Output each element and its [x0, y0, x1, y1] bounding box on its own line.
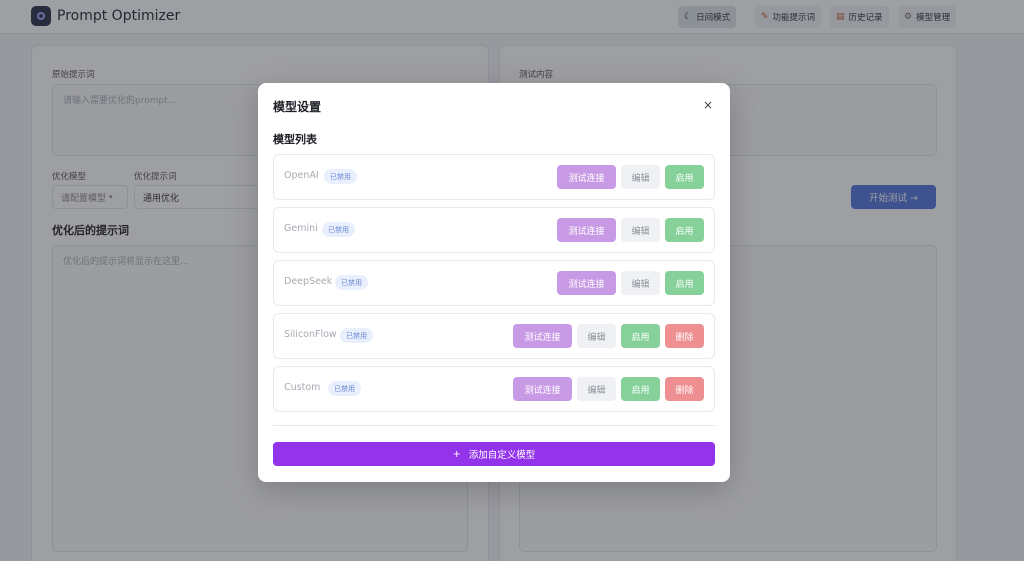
- test-connection-button[interactable]: 测试连接: [557, 271, 616, 295]
- model-row-openai: OpenAI 已禁用 测试连接 编辑 启用: [273, 154, 715, 200]
- edit-button[interactable]: 编辑: [621, 165, 660, 189]
- enable-button[interactable]: 启用: [621, 324, 660, 348]
- delete-button[interactable]: 删除: [665, 377, 704, 401]
- status-badge: 已禁用: [340, 328, 373, 343]
- model-name: DeepSeek: [284, 276, 333, 287]
- model-name: Gemini: [284, 223, 318, 234]
- enable-button[interactable]: 启用: [665, 218, 704, 242]
- enable-button[interactable]: 启用: [621, 377, 660, 401]
- add-custom-model-label: 添加自定义模型: [468, 450, 536, 461]
- test-connection-button[interactable]: 测试连接: [513, 324, 572, 348]
- model-row-gemini: Gemini 已禁用 测试连接 编辑 启用: [273, 207, 715, 253]
- model-name: SiliconFlow: [284, 329, 337, 340]
- add-custom-model-button[interactable]: + 添加自定义模型: [273, 442, 715, 466]
- status-badge: 已禁用: [335, 275, 368, 290]
- status-badge: 已禁用: [328, 381, 361, 396]
- plus-icon: +: [452, 448, 461, 460]
- model-settings-modal: 模型设置 × 模型列表 OpenAI 已禁用 测试连接 编辑 启用 Gemini…: [258, 83, 730, 482]
- delete-button[interactable]: 删除: [665, 324, 704, 348]
- edit-button[interactable]: 编辑: [621, 218, 660, 242]
- edit-button[interactable]: 编辑: [577, 377, 616, 401]
- edit-button[interactable]: 编辑: [621, 271, 660, 295]
- model-row-custom: Custom 已禁用 测试连接 编辑 启用 删除: [273, 366, 715, 412]
- test-connection-button[interactable]: 测试连接: [513, 377, 572, 401]
- close-icon[interactable]: ×: [703, 98, 713, 112]
- divider: [273, 425, 715, 426]
- test-connection-button[interactable]: 测试连接: [557, 165, 616, 189]
- status-badge: 已禁用: [324, 169, 357, 184]
- model-row-deepseek: DeepSeek 已禁用 测试连接 编辑 启用: [273, 260, 715, 306]
- model-name: OpenAI: [284, 170, 319, 181]
- status-badge: 已禁用: [322, 222, 355, 237]
- edit-button[interactable]: 编辑: [577, 324, 616, 348]
- enable-button[interactable]: 启用: [665, 165, 704, 189]
- modal-title: 模型设置: [273, 100, 322, 114]
- model-name: Custom: [284, 382, 321, 393]
- enable-button[interactable]: 启用: [665, 271, 704, 295]
- model-row-siliconflow: SiliconFlow 已禁用 测试连接 编辑 启用 删除: [273, 313, 715, 359]
- model-list-title: 模型列表: [273, 133, 317, 146]
- test-connection-button[interactable]: 测试连接: [557, 218, 616, 242]
